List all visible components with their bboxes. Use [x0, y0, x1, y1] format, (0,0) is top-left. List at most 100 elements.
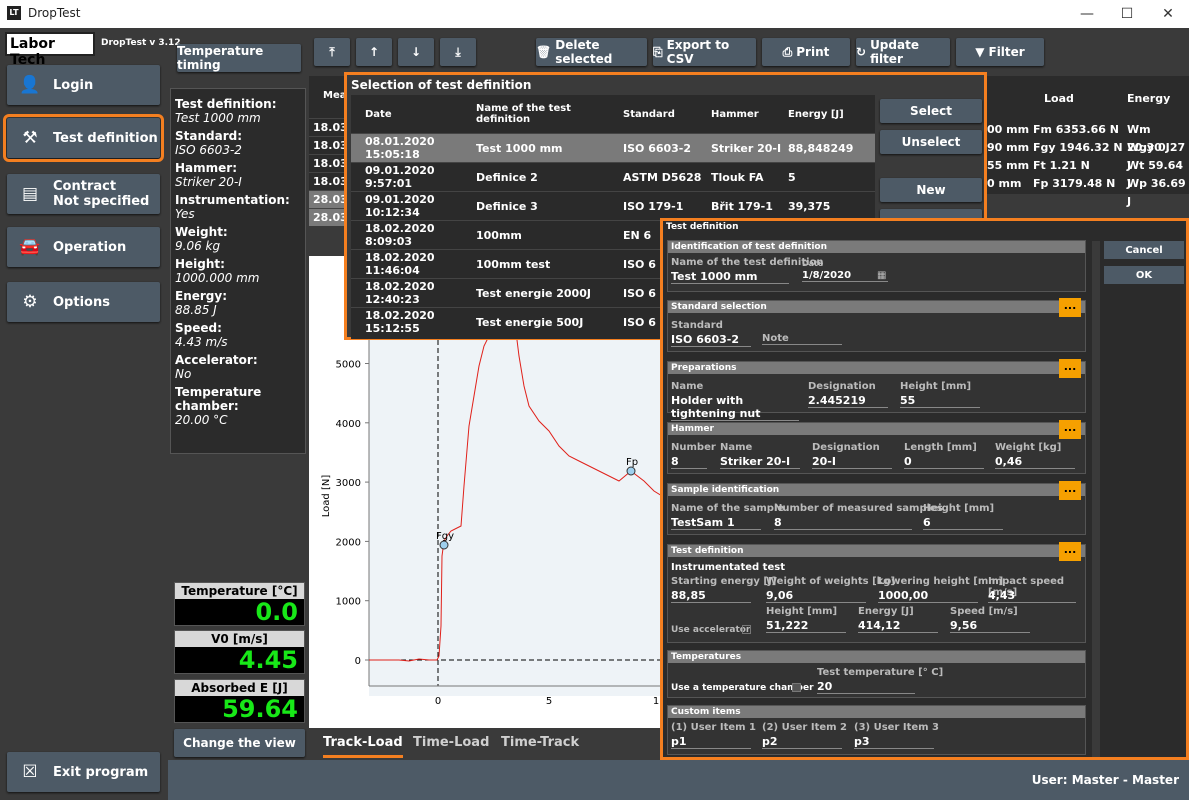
table-cell: 09.01.2020 10:12:34 [365, 193, 435, 219]
prep-designation-field[interactable]: 2.445219 [808, 394, 888, 408]
table-row[interactable]: 09.01.2020 10:12:34 Definice 3 ISO 179-1 Bř… [351, 191, 875, 220]
table-row[interactable]: 18.03 [309, 136, 348, 154]
y-tick-label: 4000 [336, 419, 361, 430]
impact-speed-field[interactable]: 4,43 [988, 589, 1076, 603]
note-field[interactable]: Note [762, 333, 842, 345]
hammer-length-field[interactable]: 0 [904, 455, 984, 469]
unselect-button[interactable]: Unselect [880, 130, 982, 154]
delete-selected-button[interactable]: 🗑 Delete selected [536, 38, 647, 66]
test-definition-dialog: Test definition Cancel OK Identification… [660, 218, 1189, 760]
hammer-more-button[interactable]: ... [1059, 420, 1081, 439]
weights-field[interactable]: 9,06 [766, 589, 866, 603]
test-temperature-field[interactable]: 20 [817, 680, 915, 694]
accelerator-checkbox[interactable] [742, 625, 751, 634]
scrollbar[interactable] [1092, 241, 1100, 757]
table-row[interactable]: 55 mm Ft 1.21 N Wt 59.64 J [987, 157, 1189, 190]
move-top-button[interactable]: ⤒ [314, 38, 350, 66]
tab-track-load[interactable]: Track-Load [323, 735, 403, 758]
standard-more-button[interactable]: ... [1059, 298, 1081, 317]
table-row[interactable]: 0 mm Fp 3179.48 N Wp 36.69 J [987, 175, 1189, 208]
table-row[interactable]: 28.03 [309, 190, 348, 208]
exit-program-button[interactable]: ☒ Exit program [7, 752, 160, 792]
height-field[interactable]: 51,222 [766, 619, 846, 633]
table-cell: 18.02.2020 8:09:03 [365, 222, 435, 248]
sample-more-button[interactable]: ... [1059, 481, 1081, 500]
prep-height-field[interactable]: 55 [900, 394, 980, 408]
calendar-icon[interactable]: ▦ [877, 270, 886, 281]
test-parameters-section: Test definition Instrumentated test Star… [667, 544, 1086, 643]
table-cell: 39,375 [788, 199, 831, 213]
lowering-height-field[interactable]: 1000,00 [878, 589, 978, 603]
table-row[interactable]: 09.01.2020 9:57:01 Definice 2 ASTM D5628 Tl… [351, 162, 875, 191]
update-filter-button[interactable]: ↻ Update filter [856, 38, 950, 66]
col-date: Date [365, 108, 392, 120]
table-cell: 18.02.2020 11:46:04 [365, 251, 435, 277]
table-cell: Ft 1.21 N [1033, 159, 1090, 172]
ok-button[interactable]: OK [1104, 266, 1184, 284]
date-field[interactable]: 1/8/2020 [802, 270, 888, 282]
hammer-designation-field[interactable]: 20-I [812, 455, 892, 469]
table-row[interactable]: 18.03 [309, 118, 348, 136]
user-item-1-field[interactable]: p1 [671, 735, 751, 749]
sample-count-field[interactable]: 8 [774, 516, 912, 530]
sample-height-label: Height [mm] [923, 503, 995, 514]
move-bottom-button[interactable]: ⤓ [440, 38, 476, 66]
speed-field[interactable]: 9,56 [950, 619, 1030, 633]
user-item-3-label: (3) User Item 3 [854, 722, 939, 733]
hammer-weight-field[interactable]: 0,46 [995, 455, 1075, 469]
name-field[interactable]: Test 1000 mm [671, 270, 789, 284]
table-row[interactable]: 08.01.2020 15:05:18 Test 1000 mm ISO 6603-… [351, 133, 875, 162]
gauge-label: V0 [m/s] [175, 631, 304, 647]
section-header: Test definition [668, 545, 1085, 557]
user-status: User: Master - Master [1031, 773, 1179, 787]
preparations-section: Preparations Name Holder with tightening… [667, 361, 1086, 421]
user-item-2-field[interactable]: p2 [762, 735, 842, 749]
user-item-3-field[interactable]: p3 [854, 735, 934, 749]
gauge-value: 59.64 [222, 695, 298, 723]
temp-chamber-checkbox[interactable] [792, 683, 801, 692]
table-row[interactable]: 90 mm Fgy 1946.32 N Wgy 0.27 J [987, 139, 1189, 172]
sample-name-field[interactable]: TestSam 1 [671, 516, 761, 530]
test-definition-button[interactable]: ⚒ Test definition [3, 114, 164, 162]
operation-button[interactable]: 🚘 Operation [7, 227, 160, 267]
standard-field[interactable]: ISO 6603-2 [671, 333, 751, 347]
table-row[interactable]: 00 mm Fm 6353.66 N Wm 20.30 J [987, 121, 1189, 154]
starting-energy-field[interactable]: 88,85 [671, 589, 751, 603]
export-csv-button[interactable]: ⎘ Export to CSV [653, 38, 756, 66]
filter-button[interactable]: ▼ Filter [956, 38, 1044, 66]
new-button[interactable]: New [880, 178, 982, 202]
print-button[interactable]: ⎙ Print [762, 38, 850, 66]
table-cell: Wgy 0.27 J [1127, 141, 1186, 172]
login-button[interactable]: 👤 Login [7, 65, 160, 105]
table-row[interactable]: 28.03 [309, 208, 348, 226]
minimize-icon[interactable]: — [1077, 4, 1097, 24]
select-button[interactable]: Select [880, 99, 982, 123]
section-header: Sample identification [668, 484, 1085, 496]
move-down-button[interactable]: ↓ [398, 38, 434, 66]
preparations-more-button[interactable]: ... [1059, 359, 1081, 378]
table-cell: 5 [788, 170, 796, 184]
energy-label: Energy [J] [858, 606, 914, 617]
prep-name-field[interactable]: Holder with tightening nut [671, 394, 799, 421]
cancel-button[interactable]: Cancel [1104, 241, 1184, 259]
test-definition-more-button[interactable]: ... [1059, 542, 1081, 561]
hammer-number-field[interactable]: 8 [671, 455, 707, 469]
arrow-bottom-icon: ⤓ [455, 44, 461, 59]
maximize-icon[interactable]: ☐ [1117, 4, 1137, 24]
tab-time-track[interactable]: Time-Track [501, 735, 579, 750]
change-view-button[interactable]: Change the view [174, 729, 305, 757]
info-label: Energy: [175, 289, 228, 303]
export-label: Export to CSV [666, 38, 730, 66]
close-icon[interactable]: ✕ [1158, 4, 1178, 24]
contract-button[interactable]: ▤ Contract Not specified [7, 174, 160, 214]
table-row[interactable]: 18.03 [309, 154, 348, 172]
hammer-name-field[interactable]: Striker 20-I [720, 455, 800, 469]
col-standard: Standard [623, 108, 675, 120]
options-button[interactable]: ⚙ Options [7, 282, 160, 322]
temperature-timing-button[interactable]: Temperature timing [177, 44, 301, 72]
sample-height-field[interactable]: 6 [923, 516, 1003, 530]
tab-time-load[interactable]: Time-Load [413, 735, 489, 750]
energy-field[interactable]: 414,12 [858, 619, 938, 633]
move-up-button[interactable]: ↑ [356, 38, 392, 66]
table-row[interactable]: 18.03 [309, 172, 348, 190]
